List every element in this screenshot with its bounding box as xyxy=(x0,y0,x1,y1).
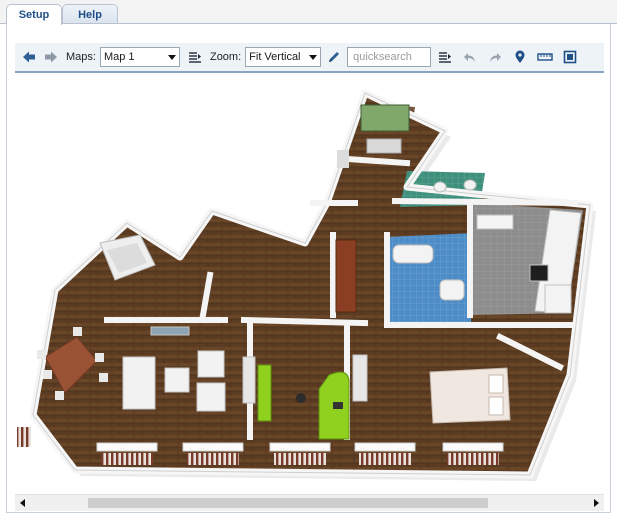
hallway-cabinet xyxy=(335,239,357,313)
zoom-select[interactable]: Fit Vertical xyxy=(245,47,322,67)
horizontal-scrollbar[interactable] xyxy=(15,494,604,511)
maps-select[interactable]: Map 1 xyxy=(99,47,180,67)
tab-bar: Setup Help xyxy=(0,0,617,25)
bed xyxy=(429,367,511,424)
scroll-right-icon[interactable] xyxy=(588,495,604,511)
zoom-label: Zoom: xyxy=(209,51,242,63)
tab-help[interactable]: Help xyxy=(62,4,118,24)
redo-icon[interactable] xyxy=(484,46,506,68)
map-viewport[interactable] xyxy=(15,75,604,487)
tab-setup[interactable]: Setup xyxy=(6,4,62,25)
scroll-left-icon[interactable] xyxy=(15,495,31,511)
map-pin-icon[interactable] xyxy=(509,46,531,68)
arrow-left-icon[interactable] xyxy=(18,46,40,68)
scrollbar-thumb[interactable] xyxy=(88,498,488,508)
list-icon[interactable] xyxy=(184,46,206,68)
chevron-down-icon xyxy=(309,54,318,60)
list-icon[interactable] xyxy=(434,46,456,68)
maps-select-value: Map 1 xyxy=(103,51,135,63)
map-toolbar: Maps: Map 1 Zoom: Fit Vertical xyxy=(15,43,604,73)
quicksearch-input[interactable] xyxy=(347,47,432,67)
arrow-right-icon[interactable] xyxy=(40,46,62,68)
pencil-icon[interactable] xyxy=(323,46,345,68)
zoom-select-value: Fit Vertical xyxy=(249,51,301,63)
chevron-down-icon xyxy=(167,54,176,60)
undo-icon[interactable] xyxy=(459,46,481,68)
floor-plan-3d xyxy=(17,89,596,481)
maps-label: Maps: xyxy=(66,51,96,63)
frame-icon[interactable] xyxy=(559,46,581,68)
ruler-icon[interactable] xyxy=(534,46,556,68)
